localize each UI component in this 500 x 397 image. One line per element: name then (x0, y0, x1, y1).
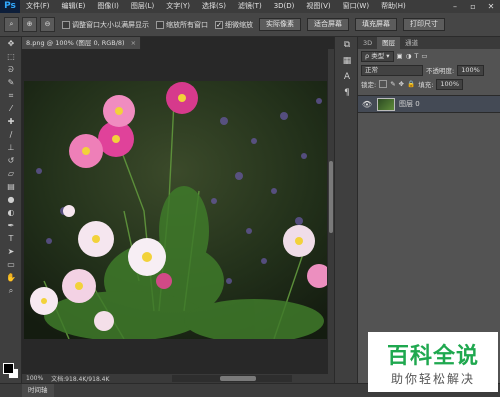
shape-tool-icon[interactable]: ▭ (0, 258, 22, 271)
menu-window[interactable]: 窗口(W) (337, 0, 375, 13)
resize-windows-checkbox[interactable]: 调整窗口大小以满屏显示 (62, 20, 149, 30)
quick-select-tool-icon[interactable]: ✎ (0, 76, 22, 89)
fill-screen-button[interactable]: 填充屏幕 (355, 18, 397, 31)
layer-filter-row: ρ 类型 ▾ ▣ ◑ T ▭ (358, 49, 500, 63)
horizontal-scrollbar[interactable] (172, 375, 292, 382)
dodge-tool-icon[interactable]: ◐ (0, 206, 22, 219)
opacity-input[interactable]: 100% (457, 64, 484, 76)
tab-layers[interactable]: 图层 (377, 37, 401, 49)
menu-select[interactable]: 选择(S) (196, 0, 232, 13)
type-tool-icon[interactable]: T (0, 232, 22, 245)
document-info[interactable]: 文档:918.4K/918.4K (51, 374, 109, 383)
layer-name[interactable]: 图层 0 (399, 99, 420, 109)
foreground-color-swatch[interactable] (3, 363, 14, 374)
pen-tool-icon[interactable]: ✒ (0, 219, 22, 232)
menu-file[interactable]: 文件(F) (20, 0, 56, 13)
zoom-in-icon[interactable]: ⊕ (22, 17, 37, 32)
paragraph-icon[interactable]: ¶ (335, 85, 359, 101)
menu-help[interactable]: 帮助(H) (375, 0, 412, 13)
eraser-tool-icon[interactable]: ▱ (0, 167, 22, 180)
history-icon[interactable]: ⧉ (335, 37, 359, 53)
lock-label: 锁定: (361, 81, 377, 89)
lock-all-icon[interactable]: 🔒 (407, 80, 415, 88)
lock-transparent-icon[interactable] (379, 80, 388, 88)
canvas-image[interactable] (24, 81, 327, 339)
menu-edit[interactable]: 编辑(E) (56, 0, 92, 13)
lock-row: 锁定: ✎ ✥ 🔒 填充: 100% (358, 77, 500, 91)
panel-icon-strip: ⧉ ▦ A ¶ (334, 37, 358, 383)
eyedropper-tool-icon[interactable]: ⁄ (0, 102, 22, 115)
crop-tool-icon[interactable]: ⌗ (0, 89, 22, 102)
hand-tool-icon[interactable]: ✋ (0, 271, 22, 284)
menu-image[interactable]: 图像(I) (91, 0, 125, 13)
blend-mode-select[interactable]: 正常 (361, 64, 423, 76)
menu-3d[interactable]: 3D(D) (268, 0, 301, 13)
gradient-tool-icon[interactable]: ▤ (0, 180, 22, 193)
brush-tool-icon[interactable]: ∕ (0, 128, 22, 141)
filter-pixel-icon[interactable]: ▣ (397, 52, 403, 60)
watermark-title: 百科全说 (386, 344, 479, 369)
zoom-tool-icon[interactable]: ⌕ (0, 284, 22, 297)
document-window: 8.png @ 100% (图层 0, RGB/8) × (22, 37, 334, 383)
scrubby-zoom-checkbox[interactable]: ✓ 细微缩放 (215, 20, 253, 30)
move-tool-icon[interactable]: ✥ (0, 37, 22, 50)
healing-brush-tool-icon[interactable]: ✚ (0, 115, 22, 128)
menu-layer[interactable]: 图层(L) (125, 0, 160, 13)
scroll-thumb[interactable] (329, 161, 333, 233)
options-bar: ⌕ ⊕ ⊖ 调整窗口大小以满屏显示 缩放所有窗口 ✓ 细微缩放 实际像素 适合屏… (0, 13, 500, 37)
tab-channels[interactable]: 通道 (400, 37, 423, 49)
scroll-thumb[interactable] (220, 376, 256, 381)
fit-screen-button[interactable]: 适合屏幕 (307, 18, 349, 31)
minimize-icon[interactable]: – (446, 0, 464, 13)
zoom-level[interactable]: 100% (26, 375, 43, 382)
clone-stamp-tool-icon[interactable]: ⊥ (0, 141, 22, 154)
close-tab-icon[interactable]: × (131, 39, 136, 47)
blend-row: 正常 不透明度: 100% (358, 63, 500, 77)
watermark-logo: 百科全说 助你轻松解决 (368, 332, 498, 392)
menu-bar: Ps 文件(F) 编辑(E) 图像(I) 图层(L) 文字(Y) 选择(S) 滤… (0, 0, 500, 13)
character-icon[interactable]: A (335, 69, 359, 85)
checkmark-icon[interactable]: ✓ (215, 20, 223, 29)
close-icon[interactable]: ✕ (482, 0, 500, 13)
fill-label: 填充: (418, 81, 434, 89)
lock-brush-icon[interactable]: ✎ (390, 80, 395, 88)
checkbox-box[interactable] (156, 20, 164, 29)
zoom-out-icon[interactable]: ⊖ (40, 17, 55, 32)
photoshop-logo: Ps (0, 0, 20, 13)
menu-filter[interactable]: 滤镜(T) (232, 0, 268, 13)
filter-type-select[interactable]: ρ 类型 ▾ (361, 50, 394, 62)
status-bar: 100% 文档:918.4K/918.4K (22, 374, 334, 383)
opacity-label: 不透明度: (426, 67, 455, 75)
filter-shape-icon[interactable]: ▭ (421, 52, 427, 60)
filter-adjustment-icon[interactable]: ◑ (406, 52, 412, 60)
lasso-tool-icon[interactable]: ᘐ (0, 63, 22, 76)
menu-view[interactable]: 视图(V) (300, 0, 336, 13)
tools-panel: ✥ ⬚ ᘐ ✎ ⌗ ⁄ ✚ ∕ ⊥ ↺ ▱ ▤ ● ◐ ✒ T ➤ ▭ ✋ ⌕ (0, 37, 22, 383)
actual-pixels-button[interactable]: 实际像素 (259, 18, 301, 31)
swatches-icon[interactable]: ▦ (335, 53, 359, 69)
filter-type-icon[interactable]: T (414, 52, 418, 60)
watermark-subtitle: 助你轻松解决 (390, 372, 475, 386)
lock-move-icon[interactable]: ✥ (399, 80, 404, 88)
checkbox-box[interactable] (62, 20, 70, 29)
panel-tabs: 3D 图层 通道 (358, 37, 500, 49)
path-selection-tool-icon[interactable]: ➤ (0, 245, 22, 258)
layer-row[interactable]: 👁 图层 0 (358, 95, 500, 113)
blur-tool-icon[interactable]: ● (0, 193, 22, 206)
maximize-icon[interactable]: ▫ (464, 0, 482, 13)
history-brush-tool-icon[interactable]: ↺ (0, 154, 22, 167)
zoom-tool-icon[interactable]: ⌕ (4, 17, 19, 32)
layer-thumbnail (377, 97, 395, 111)
zoom-all-windows-checkbox[interactable]: 缩放所有窗口 (156, 20, 208, 30)
print-size-button[interactable]: 打印尺寸 (403, 18, 445, 31)
marquee-tool-icon[interactable]: ⬚ (0, 50, 22, 63)
visibility-eye-icon[interactable]: 👁 (361, 100, 373, 109)
timeline-tab[interactable]: 时间轴 (22, 384, 54, 397)
document-tab[interactable]: 8.png @ 100% (图层 0, RGB/8) × (22, 37, 142, 49)
tab-3d[interactable]: 3D (358, 37, 377, 49)
menu-type[interactable]: 文字(Y) (160, 0, 196, 13)
fill-input[interactable]: 100% (436, 78, 463, 90)
